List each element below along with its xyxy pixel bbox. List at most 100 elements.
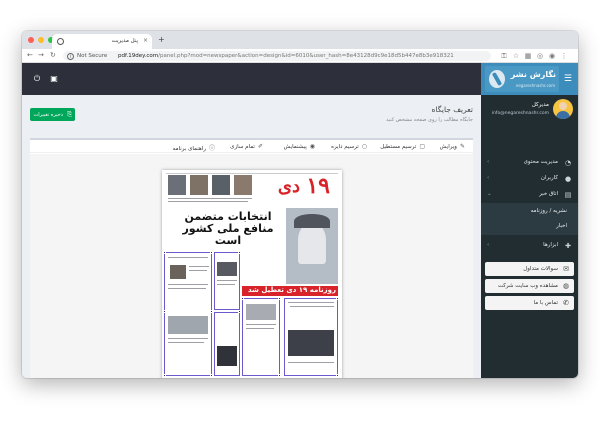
- photo: [217, 262, 237, 276]
- photo: [217, 346, 237, 366]
- tool-label: ویرایش: [439, 144, 457, 150]
- tool-draw-rectangle[interactable]: ▢ترسیم مستطیل: [380, 143, 425, 150]
- back-icon[interactable]: ←: [27, 51, 33, 59]
- resize-handle[interactable]: [336, 297, 339, 300]
- text-line: [168, 198, 252, 200]
- app-title: نگارش نشر: [510, 70, 556, 79]
- submenu-item-news[interactable]: اخبار: [556, 223, 567, 229]
- design-toolbar: ✎ویرایش ▢ترسیم مستطیل ○ترسیم دایره ◉پیشن…: [30, 140, 473, 153]
- edit-icon: ✎: [459, 143, 465, 150]
- resize-handle[interactable]: [336, 374, 339, 377]
- widget-label: تماس با ما: [533, 299, 558, 306]
- menu-dots-icon[interactable]: ⋮: [560, 52, 568, 60]
- address-toolbar: ← → ↻ i Not Secure pdf.19dey.com/panel.p…: [22, 49, 578, 63]
- chevron-left-icon: ‹: [487, 242, 490, 248]
- power-icon[interactable]: ⏻: [32, 74, 42, 84]
- tool-finish[interactable]: ✐تمام سازی: [230, 143, 263, 150]
- url-text[interactable]: pdf.19dey.com/panel.php?mod=newspaper&ac…: [118, 53, 454, 59]
- faq-widget[interactable]: ✉ سوالات متداول: [485, 262, 574, 276]
- save-changes-button[interactable]: ⎘ ذخیره تغییرات: [30, 108, 75, 121]
- main-content: تعریف جایگاه جایگاه مطالب را روی صفحه مش…: [22, 95, 481, 378]
- logo-bar: نگارش نشر negareshnashr.com ☰: [481, 63, 578, 95]
- close-tab-icon[interactable]: ×: [143, 37, 148, 44]
- resize-handle[interactable]: [238, 310, 241, 313]
- photo: [246, 304, 276, 320]
- design-canvas[interactable]: ۱۹ دی انتخابات متضمن منافع ملی کشور است: [30, 154, 473, 378]
- browser-window: پنل مدیریت × + ← → ↻ i Not Secure pdf.19…: [22, 31, 578, 378]
- newsroom-submenu: نشریه / روزنامه اخبار: [481, 203, 578, 235]
- browser-tab[interactable]: پنل مدیریت ×: [52, 34, 152, 49]
- bookmark-star-icon[interactable]: ☆: [512, 52, 520, 60]
- forward-icon[interactable]: →: [38, 51, 44, 59]
- resize-handle[interactable]: [278, 374, 281, 377]
- tool-label: تمام سازی: [230, 144, 255, 150]
- text-line: [168, 201, 248, 203]
- sidebar-item-content[interactable]: ◔ مدیریت محتوی ‹: [481, 156, 578, 170]
- sidebar-item-label: کاربران: [540, 175, 558, 181]
- resize-handle[interactable]: [210, 251, 213, 254]
- sidebar-item-label: اتاق خبر: [539, 191, 558, 197]
- selected-region[interactable]: [214, 312, 240, 376]
- extension-icon[interactable]: ◎: [536, 52, 544, 60]
- resize-handle[interactable]: [163, 251, 166, 254]
- main-photo-figure: [298, 224, 326, 264]
- photo: [190, 175, 208, 195]
- close-window-button[interactable]: [28, 37, 34, 43]
- eye-icon: ◉: [309, 143, 315, 150]
- tool-help[interactable]: ⓘراهنمای برنامه: [173, 143, 215, 152]
- resize-handle[interactable]: [241, 297, 244, 300]
- text-line: [168, 342, 204, 344]
- resize-handle[interactable]: [278, 297, 281, 300]
- pen-logo-icon: [489, 70, 505, 88]
- tool-preview[interactable]: ◉پیشنمایش: [284, 143, 315, 150]
- puzzle-icon: ✚: [565, 242, 571, 250]
- photo: [288, 330, 334, 356]
- top-navbar: ⏻ ▣: [22, 63, 481, 95]
- sidebar-item-tools[interactable]: ✚ ابزارها ‹: [481, 239, 578, 253]
- key-icon[interactable]: ⚿: [500, 52, 508, 60]
- sidebar-item-newsroom[interactable]: ▤ اتاق خبر ⌄: [481, 188, 578, 202]
- resize-handle[interactable]: [210, 374, 213, 377]
- tool-draw-circle[interactable]: ○ترسیم دایره: [331, 143, 367, 150]
- widget-label: مشاهده وب سایت شرکت: [497, 282, 558, 289]
- sidebar-item-label: مدیریت محتوی: [523, 159, 558, 165]
- sidebar-item-users[interactable]: ● کاربران ‹: [481, 172, 578, 186]
- url-host: pdf.19dey.com: [118, 52, 159, 59]
- address-bar[interactable]: i Not Secure pdf.19dey.com/panel.php?mod…: [63, 51, 491, 61]
- phone-icon: ✆: [563, 299, 569, 307]
- submenu-item-newspaper[interactable]: نشریه / روزنامه: [531, 208, 567, 214]
- user-icon: ●: [564, 175, 572, 183]
- security-label: Not Secure: [77, 52, 108, 59]
- resize-handle[interactable]: [163, 310, 166, 313]
- resize-handle[interactable]: [210, 310, 213, 313]
- info-icon[interactable]: i: [67, 52, 74, 60]
- new-tab-button[interactable]: +: [158, 35, 165, 44]
- id-card-icon[interactable]: ▣: [49, 74, 59, 84]
- contact-widget[interactable]: ✆ تماس با ما: [485, 296, 574, 310]
- masthead-number: ۱۹: [306, 173, 330, 199]
- company-site-widget[interactable]: ◍ مشاهده وب سایت شرکت: [485, 279, 574, 293]
- newspaper-icon: ▤: [564, 191, 572, 199]
- rectangle-icon: ▢: [419, 143, 425, 150]
- tab-title: پنل مدیریت: [111, 38, 138, 44]
- globe-icon: [57, 38, 64, 45]
- logo[interactable]: نگارش نشر negareshnashr.com: [485, 66, 559, 92]
- tool-label: ترسیم مستطیل: [380, 144, 417, 150]
- extension-icon[interactable]: ▦: [524, 52, 532, 60]
- tab-strip: پنل مدیریت × +: [22, 31, 578, 49]
- tool-edit[interactable]: ✎ویرایش: [440, 143, 465, 150]
- hamburger-icon[interactable]: ☰: [564, 74, 572, 84]
- text-line: [168, 288, 206, 290]
- extension-icon[interactable]: ◉: [548, 52, 556, 60]
- masthead-word: دی: [277, 176, 300, 197]
- resize-handle[interactable]: [163, 374, 166, 377]
- tool-label: پیشنمایش: [283, 144, 307, 150]
- resize-handle[interactable]: [238, 251, 241, 254]
- text-line: [189, 266, 209, 268]
- text-line: [168, 284, 208, 286]
- photo: [212, 175, 230, 195]
- newspaper-page[interactable]: ۱۹ دی انتخابات متضمن منافع ملی کشور است: [162, 170, 342, 378]
- tool-label: ترسیم دایره: [331, 144, 359, 150]
- minimize-window-button[interactable]: [38, 37, 44, 43]
- reload-icon[interactable]: ↻: [50, 51, 56, 59]
